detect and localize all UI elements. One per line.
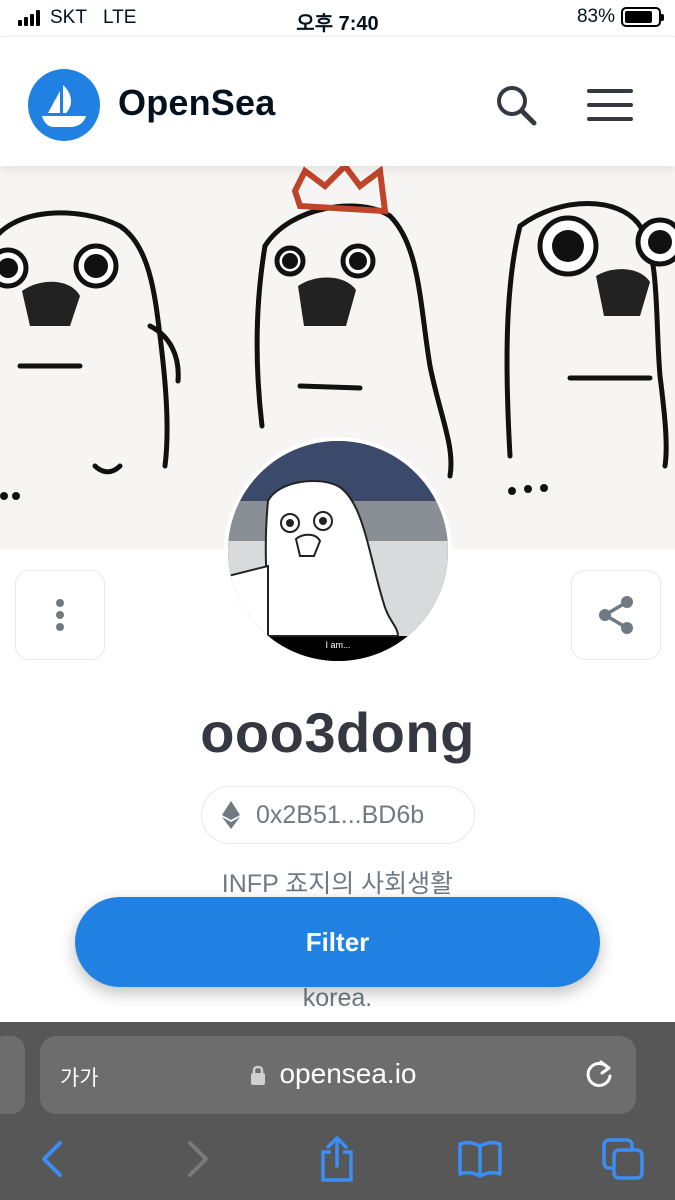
avatar: I am... (224, 437, 452, 665)
search-icon (497, 86, 537, 126)
avatar-image (228, 441, 448, 661)
tabs-icon (602, 1138, 644, 1180)
profile-bio-line1: INFP 죠지의 사회생활 (221, 870, 454, 898)
filter-button[interactable]: Filter (75, 897, 600, 987)
wallet-address-button[interactable]: 0x2B51...BD6b (201, 786, 475, 844)
ethereum-icon (222, 801, 240, 829)
more-options-button[interactable] (15, 570, 105, 660)
address-bar[interactable]: 가가 opensea.io (40, 1036, 636, 1114)
menu-button[interactable] (586, 81, 634, 129)
tabs-button[interactable] (598, 1134, 648, 1184)
share-profile-button[interactable] (571, 570, 661, 660)
browser-bottom-bar: 가가 opensea.io (0, 1022, 675, 1200)
opensea-boat-icon (42, 85, 86, 127)
more-vertical-icon (56, 599, 64, 631)
status-bar: SKT LTE 오후 7:40 83% (0, 0, 675, 36)
status-time: 오후 7:40 (296, 13, 379, 35)
battery-percent: 83% (576, 6, 615, 27)
avatar-caption: I am... (325, 640, 351, 650)
site-header: OpenSea (0, 36, 675, 166)
share-icon (321, 1136, 353, 1182)
reload-icon[interactable] (584, 1058, 614, 1090)
previous-tab-edge[interactable] (0, 1036, 25, 1114)
forward-button[interactable] (173, 1134, 223, 1184)
brand-name[interactable]: OpenSea (118, 82, 275, 124)
wallet-address: 0x2B51...BD6b (256, 800, 425, 829)
forward-icon (188, 1141, 208, 1177)
bookmarks-button[interactable] (455, 1134, 505, 1184)
opensea-logo[interactable] (28, 69, 100, 141)
back-button[interactable] (27, 1134, 77, 1184)
url-text: opensea.io (279, 1058, 417, 1089)
status-right: 83% (576, 6, 664, 28)
bookmarks-icon (458, 1140, 502, 1178)
back-icon (42, 1141, 62, 1177)
hamburger-menu-icon (587, 89, 633, 121)
share-page-button[interactable] (312, 1134, 362, 1184)
battery-icon (621, 7, 664, 27)
profile-bio-line2: korea. (302, 984, 373, 1012)
search-button[interactable] (492, 81, 540, 129)
profile-username: ooo3dong (200, 701, 475, 764)
share-icon (599, 596, 633, 634)
